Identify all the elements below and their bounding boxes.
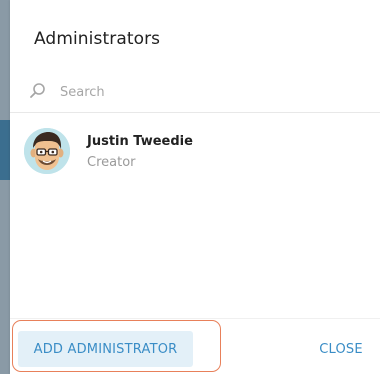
close-button[interactable]: CLOSE	[308, 331, 374, 367]
cartoon-face-avatar-icon	[24, 128, 70, 174]
administrators-dialog: Administrators Search Justin Tweedie Cre…	[10, 0, 380, 374]
admin-list-item[interactable]: Justin Tweedie Creator	[10, 122, 380, 182]
footer-divider	[10, 318, 380, 319]
admin-name: Justin Tweedie	[87, 134, 193, 149]
search-bar	[10, 70, 380, 113]
dialog-title: Administrators	[34, 29, 161, 49]
background-accent	[0, 120, 10, 180]
search-icon	[28, 81, 48, 101]
admin-role: Creator	[87, 155, 136, 170]
add-administrator-button[interactable]: ADD ADMINISTRATOR	[18, 331, 193, 367]
search-input[interactable]	[58, 80, 362, 104]
background-window-edge	[0, 0, 10, 374]
